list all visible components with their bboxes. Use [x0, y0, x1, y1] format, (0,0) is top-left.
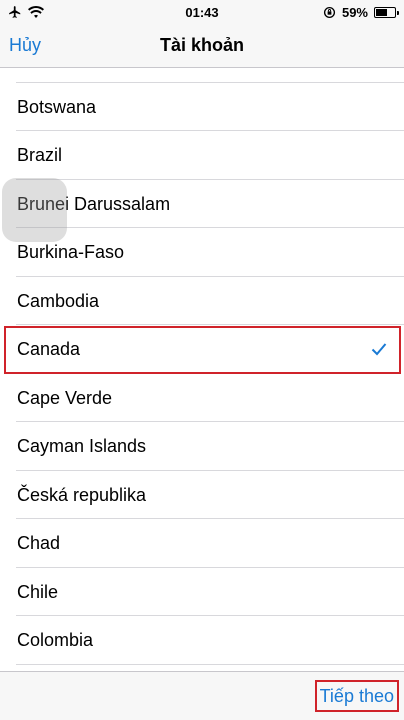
list-item[interactable]: Chad — [0, 520, 404, 568]
list-item[interactable]: Cape Verde — [0, 374, 404, 422]
country-label: Burkina-Faso — [17, 242, 125, 262]
country-label: Colombia — [17, 630, 94, 650]
status-bar: 01:43 59% — [0, 0, 404, 24]
next-button[interactable]: Tiếp theo — [314, 680, 399, 712]
country-label: Brazil — [17, 145, 63, 165]
country-label: Chad — [17, 533, 61, 553]
checkmark-icon — [371, 342, 387, 355]
list-item-selected[interactable]: Canada — [4, 325, 401, 374]
battery-percent: 59% — [341, 4, 368, 20]
cancel-button[interactable]: Hủy — [9, 35, 41, 56]
country-label: Canada — [17, 339, 81, 359]
list-item[interactable]: Chile — [0, 568, 404, 616]
wifi-icon — [28, 6, 44, 18]
country-label: Cambodia — [17, 290, 100, 311]
nav-bar: Hủy Tài khoản — [0, 24, 404, 68]
status-left — [8, 5, 44, 19]
country-label: Cape Verde — [17, 387, 113, 408]
assistive-touch-button[interactable] — [2, 178, 67, 242]
page-title: Tài khoản — [159, 35, 244, 55]
country-list[interactable]: Botswana Brazil Brunei Darussalam Burkina-F… — [0, 68, 404, 671]
list-item[interactable]: Česká republika — [0, 471, 404, 519]
list-item[interactable]: Cambodia — [0, 277, 404, 325]
status-right: 59% — [323, 4, 399, 20]
list-item[interactable]: Brazil — [0, 132, 404, 180]
list-item[interactable]: Colombia — [0, 617, 404, 665]
bottom-toolbar: Tiếp theo — [0, 671, 404, 720]
battery-icon — [374, 6, 399, 18]
list-item[interactable]: Botswana — [0, 83, 404, 131]
country-label: Cayman Islands — [17, 436, 147, 456]
country-label: Česká republika — [17, 484, 147, 505]
list-item[interactable]: Cayman Islands — [0, 423, 404, 471]
country-label: Botswana — [17, 96, 97, 117]
airplane-icon — [9, 6, 21, 18]
battery-fill — [376, 8, 387, 16]
country-label: Chile — [17, 581, 59, 602]
rotation-lock-icon — [323, 6, 336, 18]
